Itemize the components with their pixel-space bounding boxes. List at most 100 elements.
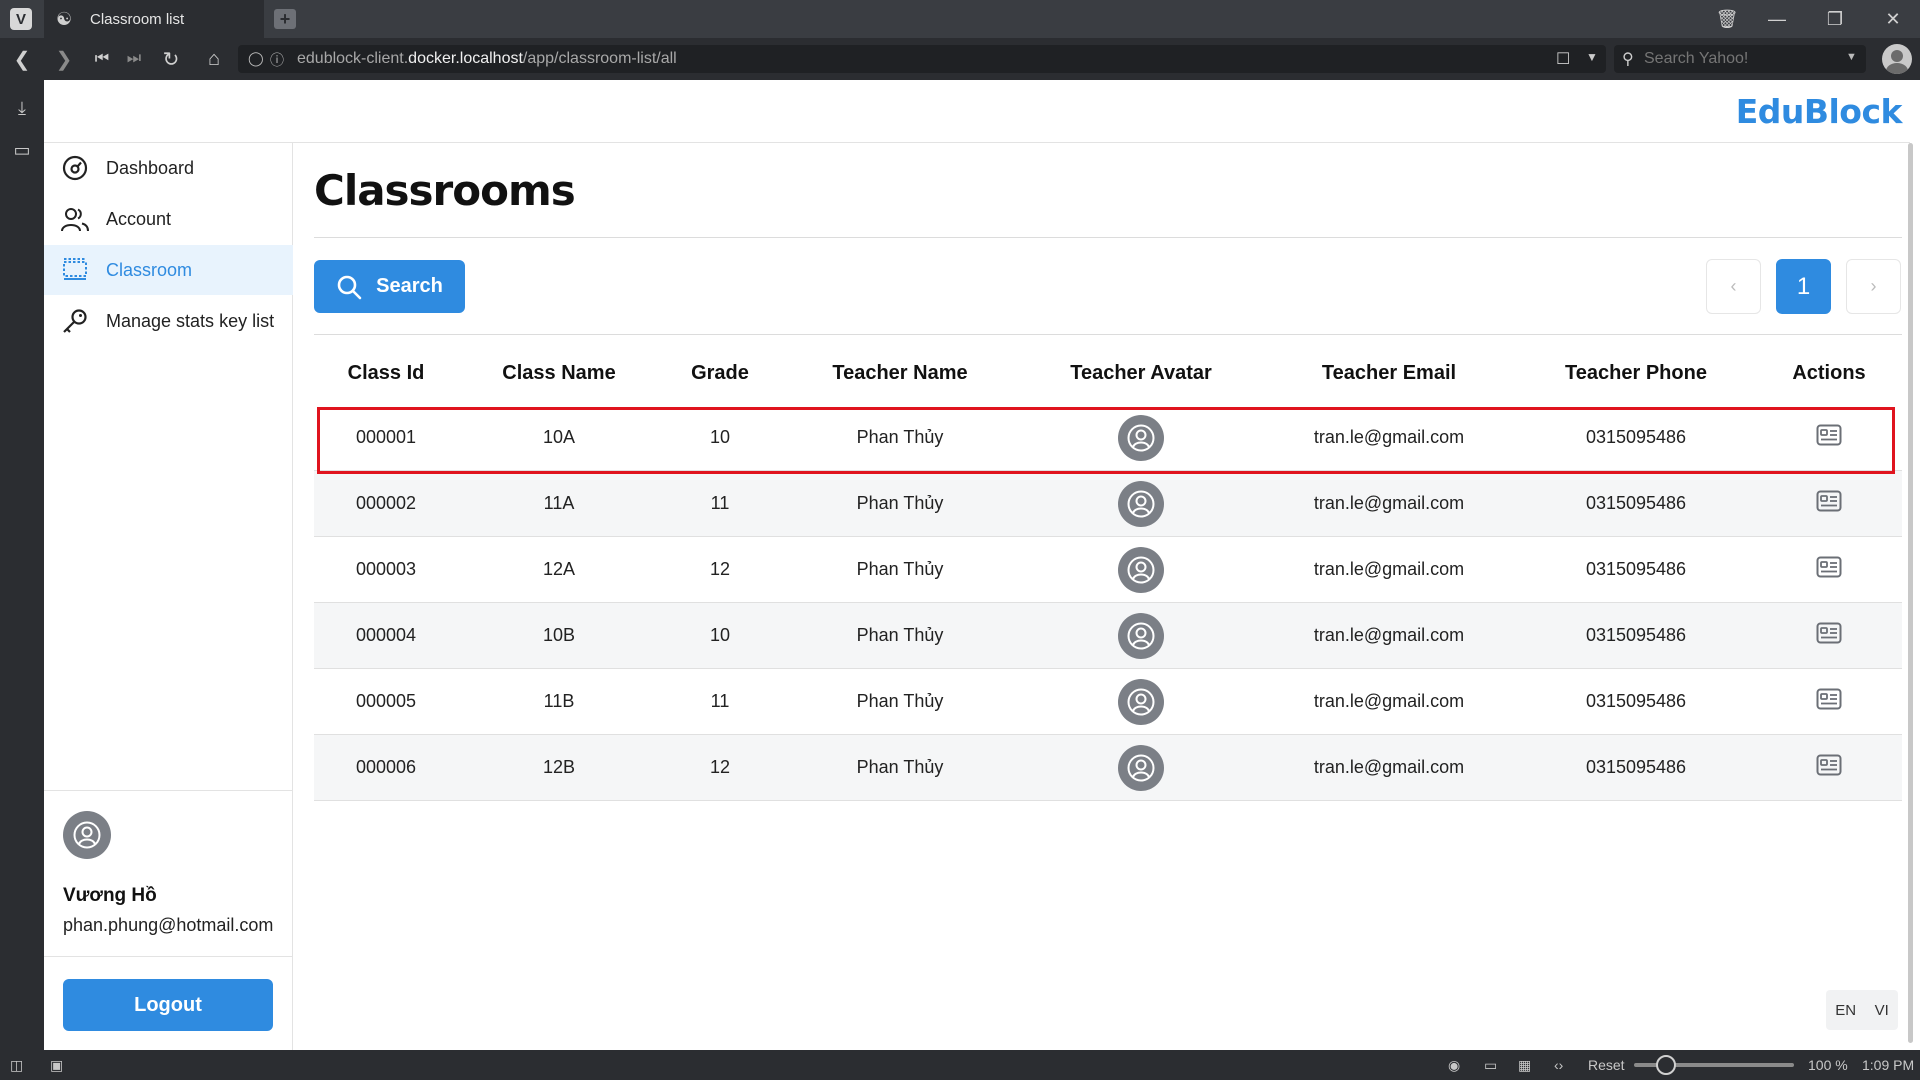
brand-logo[interactable]: EduBlock [1736, 92, 1903, 131]
back-button[interactable]: ❮ [8, 46, 36, 72]
search-engine-box[interactable]: ⚲ ▼ [1614, 45, 1866, 73]
rewind-button[interactable]: ⏮ [88, 46, 116, 72]
user-circle-icon [1127, 688, 1155, 716]
column-header: Teacher Avatar [1070, 362, 1212, 384]
pagination-page-1[interactable]: 1 [1776, 259, 1831, 314]
table-row[interactable]: 000003 12A 12 Phan Thủy tran.le@gmail.com 031… [314, 537, 1902, 603]
window-panel-icon[interactable]: ▭ [10, 138, 34, 162]
cell-teacher: Phan Thủy [856, 559, 944, 579]
sidebar-item-classroom[interactable]: Classroom [44, 245, 293, 295]
cell-email: tran.le@gmail.com [1313, 493, 1465, 513]
cell-id: 000004 [355, 625, 417, 645]
cell-phone: 0315095486 [1585, 625, 1687, 645]
user-name: Vương Hồ [63, 885, 157, 906]
cell-phone: 0315095486 [1585, 757, 1687, 777]
sidebar-item-dashboard[interactable]: Dashboard [44, 143, 293, 193]
teacher-avatar [1118, 745, 1164, 791]
cell-grade: 12 [709, 757, 731, 777]
pagination-next-button[interactable]: › [1846, 259, 1901, 314]
bookmark-icon[interactable]: ☐ [1556, 49, 1570, 69]
search-icon [336, 274, 362, 300]
profile-avatar[interactable] [1882, 44, 1912, 74]
table-row[interactable]: 000006 12B 12 Phan Thủy tran.le@gmail.com 031… [314, 735, 1902, 801]
logout-section: Logout [44, 956, 293, 1050]
home-button[interactable]: ⌂ [200, 46, 228, 72]
search-button-label: Search [376, 275, 443, 297]
sidebar-item-label: Classroom [106, 259, 193, 280]
url-field[interactable]: ◯ ⓘ edublock-client.docker.localhost/app… [238, 45, 1606, 73]
id-card-icon [1816, 490, 1842, 512]
teacher-avatar [1118, 613, 1164, 659]
id-card-icon [1816, 556, 1842, 578]
table-row[interactable]: 000004 10B 10 Phan Thủy tran.le@gmail.com 031… [314, 603, 1902, 669]
cell-grade: 10 [709, 625, 731, 645]
language-switcher: EN VI [1826, 990, 1898, 1030]
id-card-icon [1816, 622, 1842, 644]
column-header: Grade [691, 362, 749, 384]
page-title: Classrooms [314, 166, 576, 215]
view-details-button[interactable] [1815, 753, 1843, 777]
sidebar-item-account[interactable]: Account [44, 194, 293, 244]
zoom-slider-handle[interactable] [1656, 1055, 1676, 1075]
user-circle-icon [1127, 556, 1155, 584]
search-engine-input[interactable] [1644, 48, 1834, 70]
table-row[interactable]: 000005 11B 11 Phan Thủy tran.le@gmail.com 031… [314, 669, 1902, 735]
table-row[interactable]: 000002 11A 11 Phan Thủy tran.le@gmail.com 031… [314, 471, 1902, 537]
trash-icon[interactable]: 🗑 [1712, 6, 1742, 32]
code-icon[interactable]: ‹› [1554, 1057, 1563, 1073]
scrollbar[interactable] [1908, 143, 1913, 1043]
sidebar: Dashboard Account Classroom Manage stats… [44, 143, 293, 1050]
cell-id: 000005 [355, 691, 417, 711]
close-window-button[interactable]: ✕ [1878, 6, 1908, 32]
clock: 1:09 PM [1862, 1057, 1915, 1073]
view-details-button[interactable] [1815, 621, 1843, 645]
id-card-icon [1816, 688, 1842, 710]
zoom-level: 100 % [1808, 1057, 1848, 1073]
search-button[interactable]: Search [314, 260, 465, 313]
pagination-prev-button[interactable]: ‹ [1706, 259, 1761, 314]
view-details-button[interactable] [1815, 687, 1843, 711]
info-icon[interactable]: ⓘ [270, 50, 284, 70]
lang-en-button[interactable]: EN [1835, 1002, 1856, 1019]
camera-icon[interactable]: ◉ [1448, 1057, 1460, 1074]
row-highlight-box [317, 407, 1895, 474]
downloads-icon[interactable]: ⤓ [10, 96, 34, 120]
view-details-button[interactable] [1815, 555, 1843, 579]
image-icon[interactable]: ▦ [1518, 1057, 1531, 1074]
sidebar-item-label: Dashboard [106, 157, 195, 178]
view-details-button[interactable] [1815, 489, 1843, 513]
shield-icon[interactable]: ◯ [248, 50, 264, 67]
forward-button[interactable]: ❯ [50, 46, 78, 72]
user-circle-icon [1127, 622, 1155, 650]
key-icon [60, 306, 90, 336]
cell-id: 000003 [355, 559, 417, 579]
new-tab-button[interactable]: + [274, 9, 296, 29]
teacher-avatar [1118, 547, 1164, 593]
vivaldi-menu-icon[interactable]: V [10, 8, 32, 30]
restore-button[interactable]: ❐ [1820, 6, 1850, 32]
sidebar-item-manage-stats-key-list[interactable]: Manage stats key list [44, 296, 293, 346]
chevron-down-icon[interactable]: ▼ [1846, 51, 1857, 63]
logout-button[interactable]: Logout [63, 979, 273, 1031]
tab-favicon-icon: ☯ [56, 9, 73, 29]
fast-forward-button[interactable]: ⏭ [120, 46, 148, 72]
minimize-button[interactable]: — [1762, 6, 1792, 32]
chevron-down-icon[interactable]: ▼ [1586, 50, 1598, 64]
window-icon[interactable]: ▭ [1484, 1057, 1497, 1074]
avatar[interactable] [63, 811, 111, 859]
browser-tab-active[interactable]: ☯ Classroom list [44, 0, 264, 38]
reload-button[interactable]: ↻ [157, 46, 185, 72]
search-icon: ⚲ [1622, 51, 1634, 68]
cell-name: 12A [542, 559, 576, 579]
tile-icon[interactable]: ▣ [50, 1057, 63, 1074]
zoom-reset-button[interactable]: Reset [1588, 1057, 1625, 1073]
sidebar-item-label: Account [106, 208, 172, 229]
cell-email: tran.le@gmail.com [1313, 625, 1465, 645]
column-header: Class Id [347, 362, 425, 384]
teacher-avatar [1118, 481, 1164, 527]
divider [314, 237, 1902, 238]
lang-vi-button[interactable]: VI [1875, 1002, 1889, 1019]
classroom-icon [60, 255, 90, 285]
panel-toggle-icon[interactable]: ◫ [10, 1057, 23, 1074]
column-header: Teacher Email [1321, 362, 1457, 384]
